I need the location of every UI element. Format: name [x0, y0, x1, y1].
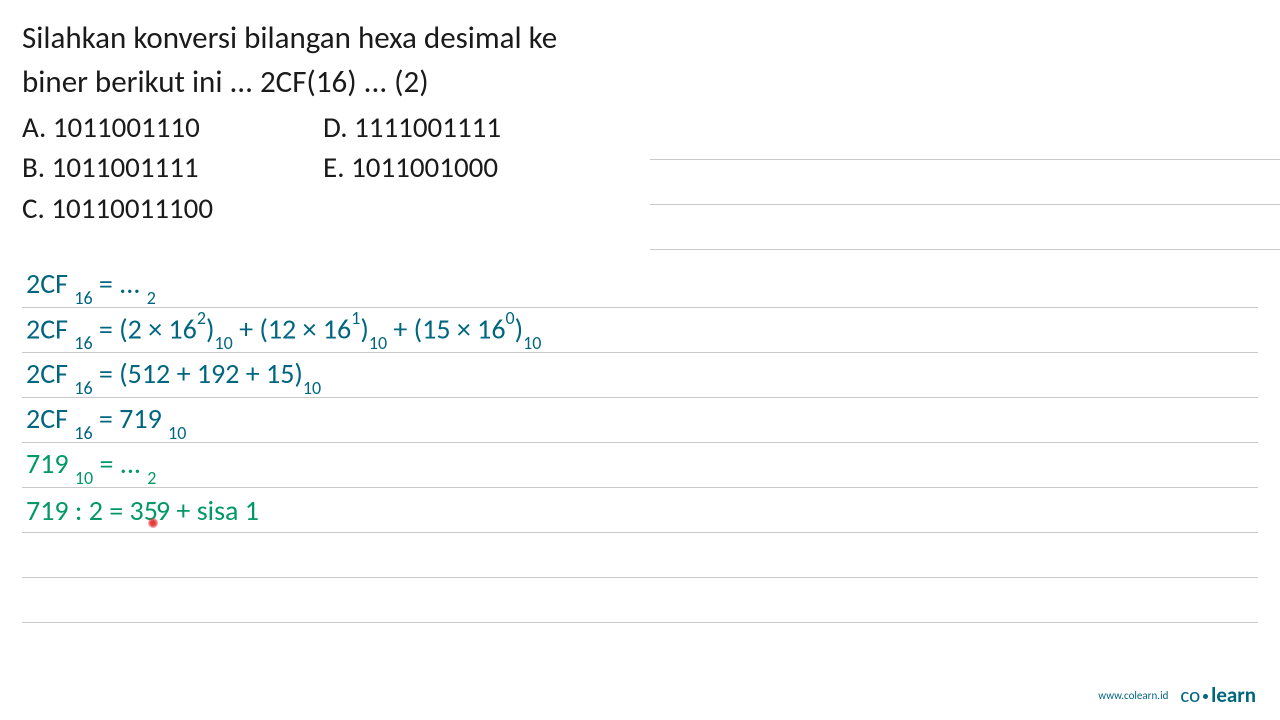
l3-sub: 16	[74, 377, 92, 399]
l2-pre: 2CF	[26, 311, 74, 346]
work-line-4: 2CF 16 = 719 10	[22, 398, 1258, 443]
option-a: A. 1011001110	[22, 107, 213, 148]
option-d: D. 1111001111	[323, 107, 501, 148]
l4-mid: = 719	[93, 401, 169, 436]
l2-d: )	[360, 311, 369, 346]
l2-sup1: 2	[197, 307, 206, 329]
l4-sub: 16	[74, 422, 92, 444]
l2-sub10c: 10	[523, 332, 541, 354]
l2-e: + (15 × 16	[387, 311, 505, 346]
logo-learn: learn	[1211, 682, 1256, 708]
l2-sup2: 1	[351, 307, 360, 329]
options-col-1: A. 1011001110 B. 1011001111 C. 101100111…	[22, 107, 213, 229]
logo-dot-icon	[1203, 694, 1208, 699]
l5-pre: 719	[26, 446, 75, 481]
option-b: B. 1011001111	[22, 147, 213, 188]
question-line-2: biner berikut ini ... 2CF(16) ... (2)	[22, 62, 1258, 102]
l1-sub2: 2	[147, 287, 156, 309]
l2-sub10a: 10	[214, 332, 232, 354]
notebook-area: 2CF 16 = ... 2 2CF 16 = (2 × 162)10 + (1…	[22, 263, 1258, 623]
l4-sub2: 10	[168, 422, 186, 444]
l2-a: = (2 × 16	[93, 311, 197, 346]
empty-line-2	[22, 578, 1258, 623]
work-line-5: 719 10 = ... 2	[22, 443, 1258, 488]
l2-sub: 16	[74, 332, 92, 354]
work-line-3: 2CF 16 = (512 + 192 + 15)10	[22, 353, 1258, 398]
work-line-2: 2CF 16 = (2 × 162)10 + (12 × 161)10 + (1…	[22, 308, 1258, 353]
options-col-2: D. 1111001111 E. 1011001000	[323, 107, 501, 229]
l3-sub2: 10	[303, 377, 321, 399]
l5-post: = ...	[93, 446, 147, 481]
l5-sub2: 2	[147, 467, 156, 489]
empty-line-1	[22, 533, 1258, 578]
l2-sub10b: 10	[369, 332, 387, 354]
pointer-dot-icon	[148, 518, 158, 528]
work-line-1: 2CF 16 = ... 2	[22, 263, 1258, 308]
l2-f: )	[515, 311, 524, 346]
ruled-lines-upper	[650, 115, 1280, 250]
footer-url: www.colearn.id	[1098, 689, 1168, 702]
question-line-1: Silahkan konversi bilangan hexa desimal …	[22, 18, 1258, 58]
l1-pre: 2CF	[26, 266, 74, 301]
l1-sub: 16	[74, 287, 92, 309]
l3-pre: 2CF	[26, 356, 74, 391]
l4-pre: 2CF	[26, 401, 74, 436]
footer: www.colearn.id colearn	[1098, 682, 1256, 708]
l5-sub: 10	[75, 467, 93, 489]
logo-co: co	[1180, 682, 1200, 708]
l6-a: 719 : 2 = 35	[26, 493, 158, 528]
l3-post: = (512 + 192 + 15)	[93, 356, 303, 391]
option-e: E. 1011001000	[323, 147, 501, 188]
content-area: Silahkan konversi bilangan hexa desimal …	[0, 0, 1280, 623]
l6-b: 9 + sisa 1	[156, 493, 259, 528]
option-c: C. 10110011100	[22, 188, 213, 229]
l2-sup3: 0	[506, 307, 515, 329]
work-line-6: 719 : 2 = 359 + sisa 1	[22, 488, 1258, 533]
l1-post: = ...	[93, 266, 147, 301]
footer-logo: colearn	[1180, 682, 1256, 708]
l2-c: + (12 × 16	[233, 311, 351, 346]
